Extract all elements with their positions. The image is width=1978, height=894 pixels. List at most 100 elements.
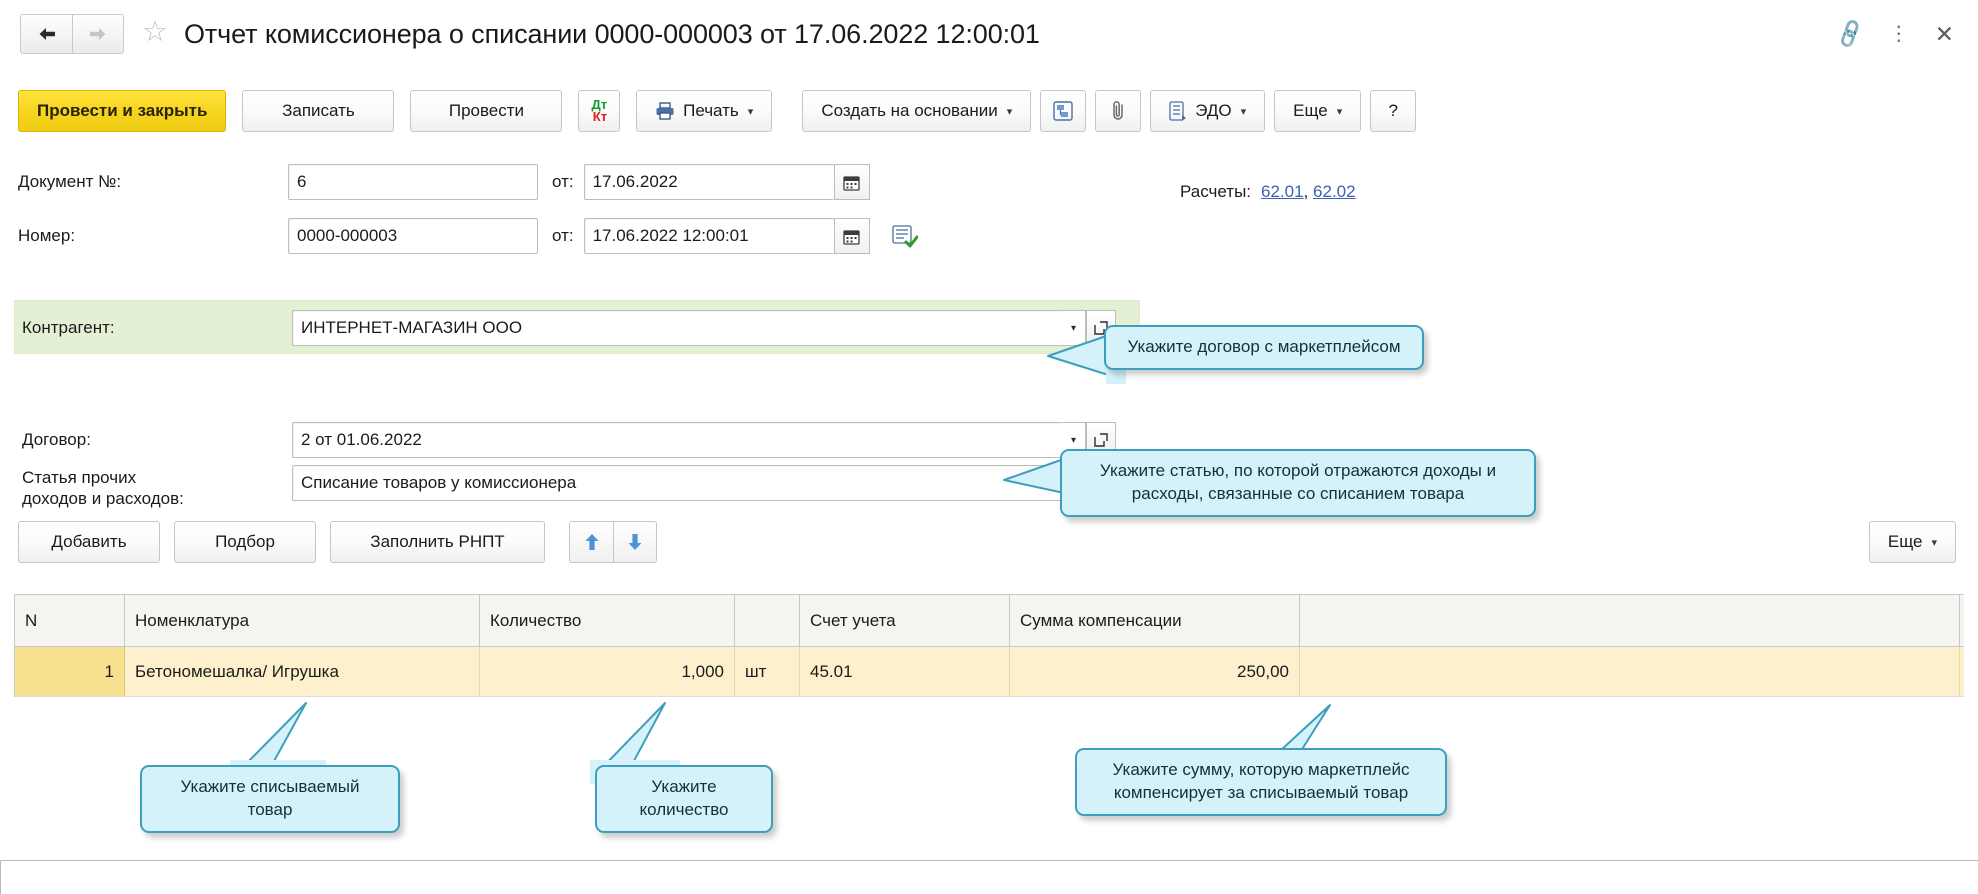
post-and-close-button[interactable]: Провести и закрыть: [18, 90, 226, 132]
row-move-buttons: [569, 521, 657, 563]
document-number-row: Документ №: 6 от: 17.06.2022: [18, 164, 870, 200]
document-date-calendar-button[interactable]: [834, 164, 870, 200]
settlements-label: Расчеты:: [1180, 182, 1251, 202]
page-title: Отчет комиссионера о списании 0000-00000…: [184, 19, 1040, 50]
income-expense-article-label: Статья прочих доходов и расходов:: [22, 465, 292, 510]
cell-unit[interactable]: шт: [735, 647, 800, 696]
number-label: Номер:: [18, 226, 288, 246]
cell-account[interactable]: 45.01: [800, 647, 1010, 696]
document-date-input[interactable]: 17.06.2022: [584, 164, 834, 200]
number-row: Номер: 0000-000003 от: 17.06.2022 12:00:…: [18, 218, 918, 254]
cell-spacer[interactable]: [1300, 647, 1960, 696]
back-button[interactable]: [20, 14, 72, 54]
counterparty-row: Контрагент: ИНТЕРНЕТ-МАГАЗИН ООО ▾: [22, 310, 1116, 346]
table-row[interactable]: 1 Бетономешалка/ Игрушка 1,000 шт 45.01 …: [15, 647, 1964, 697]
contract-row: Договор: 2 от 01.06.2022 ▾: [22, 422, 1116, 458]
left-edge-divider: [0, 860, 1, 894]
save-button[interactable]: Записать: [242, 90, 394, 132]
items-table: N Номенклатура Количество Счет учета Сум…: [14, 594, 1964, 697]
footer-divider: [0, 860, 1978, 861]
command-toolbar: Провести и закрыть Записать Провести Дт …: [0, 85, 1978, 137]
chevron-down-icon: ▾: [1007, 105, 1013, 118]
move-row-down-button[interactable]: [613, 521, 657, 563]
print-label: Печать: [683, 101, 739, 121]
calendar-icon: [843, 228, 860, 245]
favorite-star-icon[interactable]: ☆: [142, 18, 168, 51]
column-header-n[interactable]: N: [15, 595, 125, 646]
article-callout: Укажите статью, по которой отражаются до…: [1060, 449, 1536, 517]
contract-input[interactable]: 2 от 01.06.2022: [292, 422, 1062, 458]
add-row-button[interactable]: Добавить: [18, 521, 160, 563]
dt-kt-button[interactable]: Дт Кт: [578, 90, 620, 132]
arrow-right-icon: [88, 27, 108, 41]
title-bar: ☆ Отчет комиссионера о списании 0000-000…: [0, 0, 1978, 68]
kt-label: Кт: [593, 111, 607, 123]
more-button[interactable]: Еще ▾: [1274, 90, 1361, 132]
document-number-input[interactable]: 6: [288, 164, 538, 200]
link-icon[interactable]: 🔗: [1833, 19, 1866, 49]
edo-button[interactable]: ЭДО ▾: [1150, 90, 1265, 132]
column-header-spacer[interactable]: [1300, 595, 1960, 646]
income-expense-article-row: Статья прочих доходов и расходов: Списан…: [22, 465, 1116, 510]
note-status-icon[interactable]: [892, 224, 918, 248]
post-button[interactable]: Провести: [410, 90, 562, 132]
settlements-row: Расчеты: 62.01, 62.02: [1180, 182, 1356, 202]
help-button[interactable]: ?: [1370, 90, 1416, 132]
table-more-button[interactable]: Еще ▾: [1869, 521, 1956, 563]
settlements-link-62-02[interactable]: 62.02: [1313, 182, 1356, 201]
more-label: Еще: [1293, 101, 1328, 121]
arrow-down-icon: [627, 533, 643, 551]
forward-button[interactable]: [72, 14, 124, 54]
number-date-input[interactable]: 17.06.2022 12:00:01: [584, 218, 834, 254]
close-icon[interactable]: ✕: [1935, 23, 1954, 46]
column-header-nomenclature[interactable]: Номенклатура: [125, 595, 480, 646]
kebab-menu-icon[interactable]: ⋮: [1889, 24, 1909, 44]
edo-icon: [1169, 101, 1187, 121]
paperclip-icon: [1108, 100, 1128, 122]
column-header-quantity[interactable]: Количество: [480, 595, 735, 646]
cell-nomenclature[interactable]: Бетономешалка/ Игрушка: [125, 647, 480, 696]
move-row-up-button[interactable]: [569, 521, 613, 563]
print-button[interactable]: Печать ▾: [636, 90, 772, 132]
settlements-link-62-01[interactable]: 62.01: [1261, 182, 1304, 201]
nomenclature-callout: Укажите списываемый товар: [140, 765, 400, 833]
printer-icon: [655, 102, 675, 120]
column-header-account[interactable]: Счет учета: [800, 595, 1010, 646]
title-bar-actions: 🔗 ⋮ ✕: [1837, 23, 1954, 46]
compensation-callout: Укажите сумму, которую маркетплейс компе…: [1075, 748, 1447, 816]
create-based-on-label: Создать на основании: [821, 101, 997, 121]
contract-callout-tail: [1040, 300, 1160, 440]
contract-callout: Укажите договор с маркетплейсом: [1104, 325, 1424, 370]
dt-kt-icon: Дт Кт: [591, 99, 607, 124]
calendar-icon: [843, 174, 860, 191]
number-date-calendar-button[interactable]: [834, 218, 870, 254]
counterparty-input[interactable]: ИНТЕРНЕТ-МАГАЗИН ООО: [292, 310, 1062, 346]
cell-row-number[interactable]: 1: [15, 647, 125, 696]
pick-button[interactable]: Подбор: [174, 521, 316, 563]
column-header-compensation[interactable]: Сумма компенсации: [1010, 595, 1300, 646]
cell-compensation[interactable]: 250,00: [1010, 647, 1300, 696]
chevron-down-icon: ▾: [1337, 105, 1343, 118]
number-date-prefix-label: от:: [552, 226, 574, 246]
document-number-label: Документ №:: [18, 172, 288, 192]
report-structure-button[interactable]: [1040, 90, 1086, 132]
income-expense-article-input[interactable]: Списание товаров у комиссионера: [292, 465, 1062, 501]
fill-rnpt-button[interactable]: Заполнить РНПТ: [330, 521, 545, 563]
arrow-left-icon: [37, 27, 57, 41]
report-structure-icon: [1053, 101, 1073, 121]
table-header-row: N Номенклатура Количество Счет учета Сум…: [15, 595, 1964, 647]
article-label-line2: доходов и расходов:: [22, 488, 292, 509]
create-based-on-button[interactable]: Создать на основании ▾: [802, 90, 1031, 132]
chevron-down-icon: ▾: [748, 105, 754, 118]
quantity-callout: Укажите количество: [595, 765, 773, 833]
contract-label: Договор:: [22, 430, 292, 450]
note-icon: [892, 224, 918, 248]
chevron-down-icon: ▾: [1241, 105, 1247, 118]
table-more-label: Еще: [1888, 532, 1923, 552]
number-input[interactable]: 0000-000003: [288, 218, 538, 254]
cell-quantity[interactable]: 1,000: [480, 647, 735, 696]
chevron-down-icon: ▾: [1931, 536, 1937, 549]
attachments-button[interactable]: [1095, 90, 1141, 132]
navigation-buttons: [20, 14, 124, 54]
column-header-unit[interactable]: [735, 595, 800, 646]
